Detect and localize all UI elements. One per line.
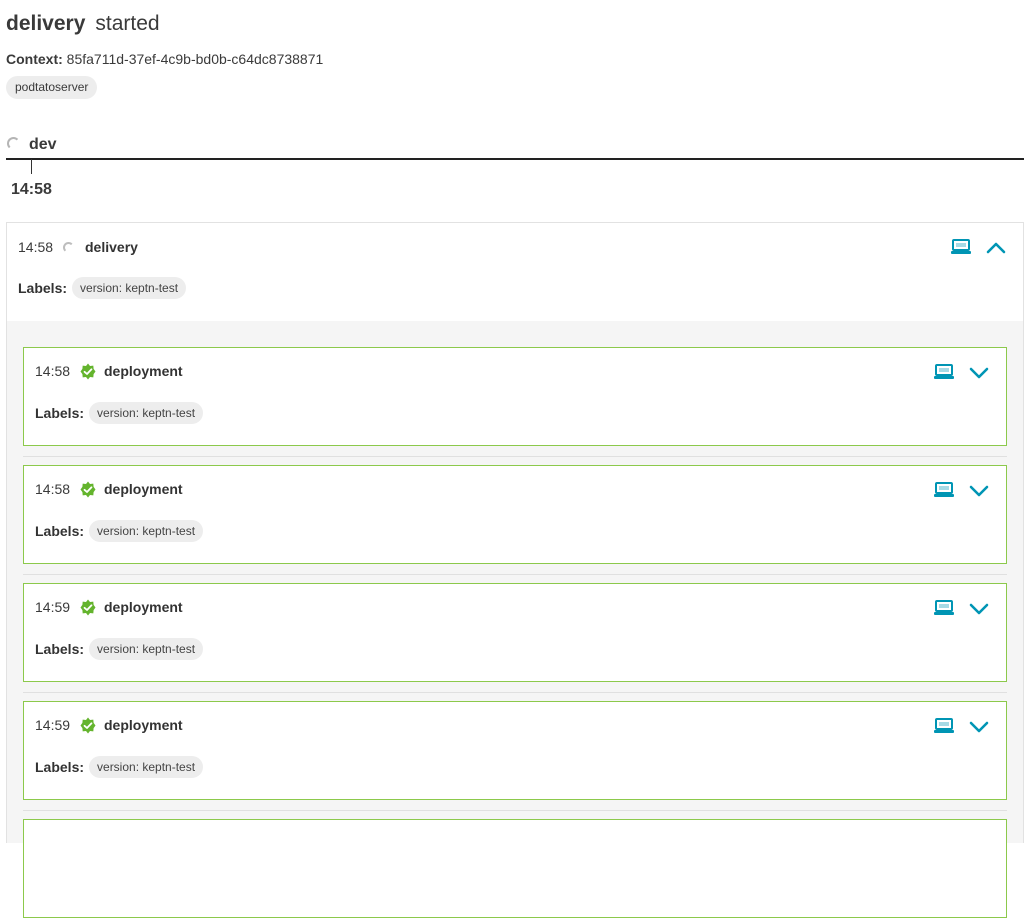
- success-icon: [80, 481, 96, 498]
- labels-title: Labels:: [35, 523, 85, 539]
- sequence-status: started: [95, 12, 160, 35]
- stage-tab-dev[interactable]: dev: [6, 134, 1024, 160]
- laptop-icon[interactable]: [933, 480, 957, 502]
- success-icon: [80, 363, 96, 380]
- chevron-up-icon[interactable]: [985, 237, 1009, 259]
- context-label: Context:: [6, 51, 63, 67]
- stage-time: 14:58: [11, 181, 52, 198]
- label-pill: version: keptn-test: [89, 756, 204, 778]
- sequence-panel: 14:58 delivery Labels: version: keptn-te…: [6, 222, 1024, 918]
- laptop-icon[interactable]: [933, 362, 957, 384]
- labels-title: Labels:: [18, 280, 68, 296]
- task-labels: Labels: version: keptn-test: [35, 402, 204, 424]
- task-time: 14:59: [35, 599, 71, 615]
- label-pill: version: keptn-test: [89, 638, 204, 660]
- labels-title: Labels:: [35, 405, 85, 421]
- task-labels: Labels: version: keptn-test: [35, 756, 204, 778]
- laptop-icon[interactable]: [933, 598, 957, 620]
- success-icon: [80, 717, 96, 734]
- context-line: Context: 85fa711d-37ef-4c9b-bd0b-c64dc87…: [6, 51, 323, 67]
- chevron-down-icon[interactable]: [968, 716, 992, 738]
- laptop-icon[interactable]: [950, 237, 974, 259]
- task-card[interactable]: 14:58 deployment Labels: version: keptn-…: [23, 465, 1007, 564]
- sequence-name: delivery: [85, 239, 138, 255]
- divider: [23, 456, 1007, 457]
- stage-name: dev: [29, 136, 57, 153]
- task-name: deployment: [104, 599, 183, 615]
- context-id: 85fa711d-37ef-4c9b-bd0b-c64dc8738871: [66, 51, 324, 67]
- sequence-time: 14:58: [18, 239, 54, 255]
- task-name: deployment: [104, 363, 183, 379]
- task-name: deployment: [104, 717, 183, 733]
- chevron-down-icon[interactable]: [968, 480, 992, 502]
- service-badge: podtatoserver: [6, 76, 98, 99]
- task-card[interactable]: 14:59 deployment Labels: version: keptn-…: [23, 701, 1007, 800]
- loading-spinner-icon: [63, 242, 74, 253]
- sequence-title: delivery: [6, 12, 86, 35]
- divider: [23, 692, 1007, 693]
- labels-title: Labels:: [35, 641, 85, 657]
- laptop-icon[interactable]: [933, 716, 957, 738]
- chevron-down-icon[interactable]: [968, 598, 992, 620]
- sequence-panel-header: 14:58 delivery Labels: version: keptn-te…: [7, 223, 1023, 321]
- task-name: deployment: [104, 481, 183, 497]
- task-time: 14:58: [35, 363, 71, 379]
- task-card[interactable]: 14:59 deployment Labels: version: keptn-…: [23, 583, 1007, 682]
- task-labels: Labels: version: keptn-test: [35, 638, 204, 660]
- task-time: 14:58: [35, 481, 71, 497]
- task-card[interactable]: [23, 819, 1007, 918]
- loading-spinner-icon: [7, 137, 20, 150]
- label-pill: version: keptn-test: [89, 402, 204, 424]
- sequence-labels: Labels: version: keptn-test: [18, 277, 187, 299]
- labels-title: Labels:: [35, 759, 85, 775]
- divider: [23, 574, 1007, 575]
- chevron-down-icon[interactable]: [968, 362, 992, 384]
- task-labels: Labels: version: keptn-test: [35, 520, 204, 542]
- task-card[interactable]: 14:58 deployment Labels: version: keptn-…: [23, 347, 1007, 446]
- timeline-tick: [31, 159, 32, 174]
- success-icon: [80, 599, 96, 616]
- divider: [23, 810, 1007, 811]
- label-pill: version: keptn-test: [72, 277, 187, 299]
- task-time: 14:59: [35, 717, 71, 733]
- sequence-header: delivery started: [6, 12, 160, 42]
- label-pill: version: keptn-test: [89, 520, 204, 542]
